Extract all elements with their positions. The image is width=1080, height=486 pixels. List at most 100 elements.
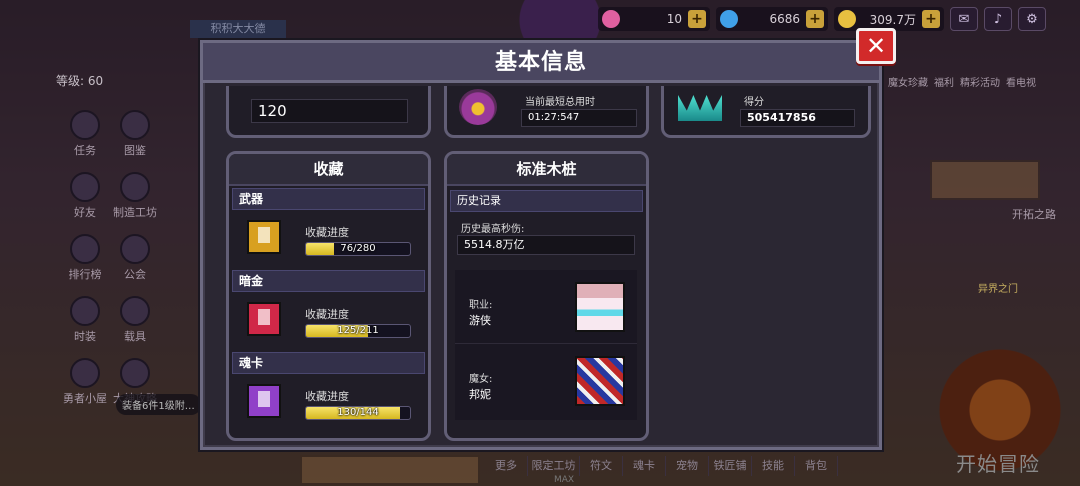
bottom-limited-workshop[interactable]: 限定工坊: [528, 456, 580, 476]
speaker-icon: ♪: [993, 11, 1003, 27]
dialog-title: 基本信息: [203, 43, 879, 83]
collection-item-icon: [247, 302, 281, 336]
collection-section: 武器收藏进度 76/280: [229, 188, 428, 268]
max-dps-value: 5514.8万亿: [457, 235, 635, 255]
class-label: 职业:: [469, 300, 493, 311]
bottom-pets[interactable]: 宠物: [666, 456, 709, 476]
menu-vehicle[interactable]: 载具: [110, 296, 160, 344]
start-adventure-button[interactable]: 开始冒险: [956, 448, 1040, 477]
witch-label: 魔女:: [469, 374, 493, 385]
fashion-icon: [70, 296, 100, 326]
mail-icon: ✉: [958, 11, 970, 27]
collection-item-icon: [247, 220, 281, 254]
max-tag: MAX: [554, 475, 575, 485]
currency-bar: 10 + 6686 + 309.7万 + ✉ ♪ ⚙: [598, 6, 1080, 32]
player-title-banner: 积积大大德: [190, 20, 286, 38]
menu-guild[interactable]: 公会: [110, 234, 160, 282]
collection-progress-bar: 130/144: [305, 406, 411, 420]
equip-tip[interactable]: 装备6件1级附…: [116, 394, 201, 415]
collection-section: 暗金 收藏进度 125/211: [229, 270, 428, 350]
menu-task[interactable]: 任务: [60, 110, 110, 158]
right-side-menu: 魔女珍藏 福利 精彩活动 看电视: [888, 74, 1036, 89]
collection-progress-label: 收藏进度: [305, 226, 349, 239]
collection-progress-label: 收藏进度: [305, 308, 349, 321]
portal-orb-icon: [459, 89, 497, 125]
collection-item-icon: [247, 384, 281, 418]
close-dialog-button[interactable]: ✕: [856, 28, 896, 64]
collection-category: 魂卡: [232, 352, 425, 374]
collection-progress-text: 76/280: [340, 243, 376, 254]
bottom-skills[interactable]: 技能: [752, 456, 795, 476]
bottom-more[interactable]: 更多: [485, 456, 528, 476]
add-gems-button[interactable]: +: [688, 10, 706, 28]
ranger-portrait-icon: [575, 282, 625, 332]
menu-welfare[interactable]: 福利: [934, 74, 954, 89]
dummy-title: 标准木桩: [447, 154, 646, 186]
bottom-runes[interactable]: 符文: [580, 456, 623, 476]
blue-diamond-icon: [720, 10, 738, 28]
currency-diamonds: 6686 +: [716, 7, 828, 31]
level-panel: 120: [226, 86, 431, 138]
collection-category: 武器: [232, 188, 425, 210]
add-diamonds-button[interactable]: +: [806, 10, 824, 28]
collection-progress-label: 收藏进度: [305, 390, 349, 403]
crown-icon: [678, 95, 722, 121]
menu-fashion[interactable]: 时装: [60, 296, 110, 344]
menu-workshop[interactable]: 制造工坊: [110, 172, 160, 220]
class-row: 职业: 游侠: [455, 270, 637, 344]
vehicle-icon: [120, 296, 150, 326]
bottom-blacksmith[interactable]: 铁匠铺: [709, 456, 752, 476]
menu-witch-collection[interactable]: 魔女珍藏: [888, 74, 928, 89]
character-box: 职业: 游侠 魔女: 邦妮: [455, 270, 637, 420]
training-dummy-panel: 标准木桩 历史记录 历史最高秒伤: 5514.8万亿 职业: 游侠 魔女: 邦妮: [444, 151, 649, 441]
menu-ranking[interactable]: 排行榜: [60, 234, 110, 282]
background-shelf: [300, 455, 480, 485]
house-icon: [70, 358, 100, 388]
menu-tv[interactable]: 看电视: [1006, 74, 1036, 89]
gear-icon: ⚙: [1026, 11, 1038, 27]
best-time-value: 01:27:547: [521, 109, 637, 127]
add-coins-button[interactable]: +: [922, 10, 940, 28]
witch-value: 邦妮: [469, 388, 491, 401]
collection-section: 魂卡收藏进度 130/144: [229, 352, 428, 432]
bottom-bar: 更多 限定工坊 符文 魂卡 宠物 铁匠铺 技能 背包: [485, 456, 838, 476]
history-record-header: 历史记录: [450, 190, 643, 212]
background-building: [930, 160, 1040, 200]
mail-button[interactable]: ✉: [950, 7, 978, 31]
close-icon: ✕: [865, 32, 887, 60]
otherworld-gate-button[interactable]: 异界之门: [978, 280, 1018, 295]
collection-progress-bar: 76/280: [305, 242, 411, 256]
settings-button[interactable]: ⚙: [1018, 7, 1046, 31]
workshop-icon: [120, 172, 150, 202]
menu-codex[interactable]: 图鉴: [110, 110, 160, 158]
menu-hero-house[interactable]: 勇者小屋: [60, 358, 110, 406]
collection-category: 暗金: [232, 270, 425, 292]
best-time-label: 当前最短总用时: [525, 97, 595, 108]
basic-info-dialog: 基本信息 120 当前最短总用时 01:27:547 得分 505417856 …: [200, 40, 882, 450]
pioneer-road-button[interactable]: 开拓之路: [1012, 206, 1056, 222]
collection-panel: 收藏 武器 收藏进度 76/280 暗金 收藏进度 125/211 魂卡 收藏进度 130/14…: [226, 151, 431, 441]
bottom-soul-cards[interactable]: 魂卡: [623, 456, 666, 476]
guide-icon: [120, 358, 150, 388]
level-value: 120: [251, 99, 408, 123]
witch-portrait-icon: [575, 356, 625, 406]
currency-gems: 10 +: [598, 7, 710, 31]
ranking-icon: [70, 234, 100, 264]
player-level: 等级: 60: [56, 74, 104, 88]
gold-coin-icon: [838, 10, 856, 28]
sound-button[interactable]: ♪: [984, 7, 1012, 31]
best-time-panel: 当前最短总用时 01:27:547: [444, 86, 649, 138]
dialog-body[interactable]: 120 当前最短总用时 01:27:547 得分 505417856 收藏 武器…: [209, 86, 879, 446]
friends-icon: [70, 172, 100, 202]
bottom-backpack[interactable]: 背包: [795, 456, 838, 476]
score-panel: 得分 505417856: [661, 86, 871, 138]
menu-events[interactable]: 精彩活动: [960, 74, 1000, 89]
score-label: 得分: [744, 97, 764, 108]
collection-title: 收藏: [229, 154, 428, 186]
menu-friends[interactable]: 好友: [60, 172, 110, 220]
max-dps-label: 历史最高秒伤:: [461, 224, 525, 235]
class-value: 游侠: [469, 314, 491, 327]
witch-row: 魔女: 邦妮: [455, 344, 637, 418]
score-value: 505417856: [740, 109, 855, 127]
task-icon: [70, 110, 100, 140]
